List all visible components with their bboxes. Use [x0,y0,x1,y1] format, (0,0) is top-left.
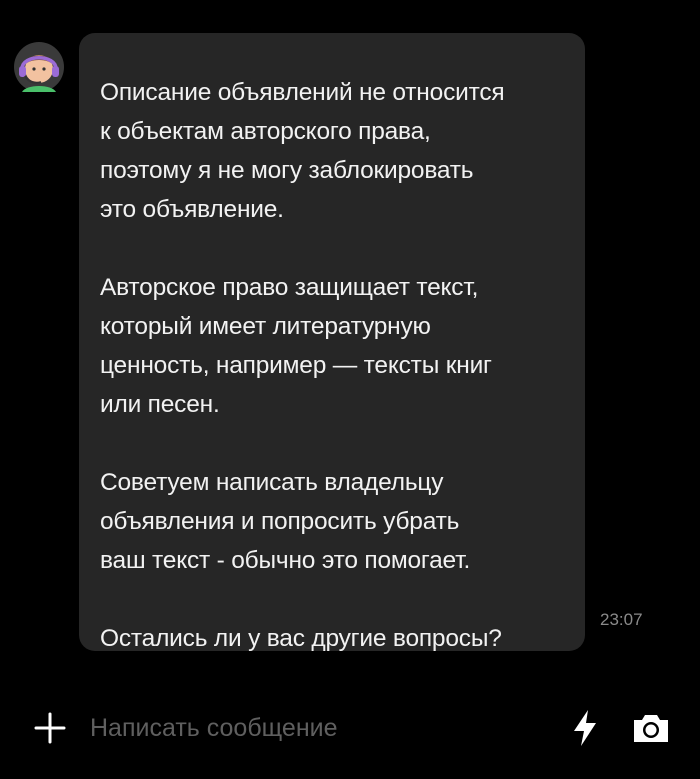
message-line: поэтому я не могу заблокировать [100,157,474,184]
support-agent-icon [14,42,64,92]
message-line: это объявление. [100,196,284,223]
message-line: объявления и попросить убрать [100,508,460,535]
message-paragraph: Советуем написать владельцу объявления и… [100,463,565,580]
message-timestamp: 23:07 [600,610,643,629]
message-line: который имеет литературную [100,313,431,340]
attach-button[interactable] [30,708,70,748]
camera-icon [634,715,668,742]
message-line: ваш текст - обычно это помогает. [100,547,471,574]
message-line: Авторское право защищает текст, [100,274,479,301]
message-input[interactable] [90,710,550,746]
camera-button[interactable] [630,708,672,748]
message-line: Описание объявлений не относится [100,79,505,106]
message-line: Советуем написать владельцу [100,469,444,496]
agent-avatar[interactable] [14,42,64,92]
message-line: или песен. [100,391,220,418]
message-paragraph: Описание объявлений не относится к объек… [100,73,565,229]
quick-reply-button[interactable] [568,708,602,748]
message-paragraph: Авторское право защищает текст, который … [100,268,565,424]
plus-icon [34,712,66,744]
message-line: к объектам авторского права, [100,118,431,145]
message-line: Остались ли у вас другие вопросы? [100,625,502,652]
message-bubble: Описание объявлений не относится к объек… [79,33,585,652]
message-composer [0,690,700,765]
message-line: ценность, например — тексты книг [100,352,492,379]
lightning-icon [574,710,596,746]
message-paragraph: Остались ли у вас другие вопросы? [100,619,565,658]
